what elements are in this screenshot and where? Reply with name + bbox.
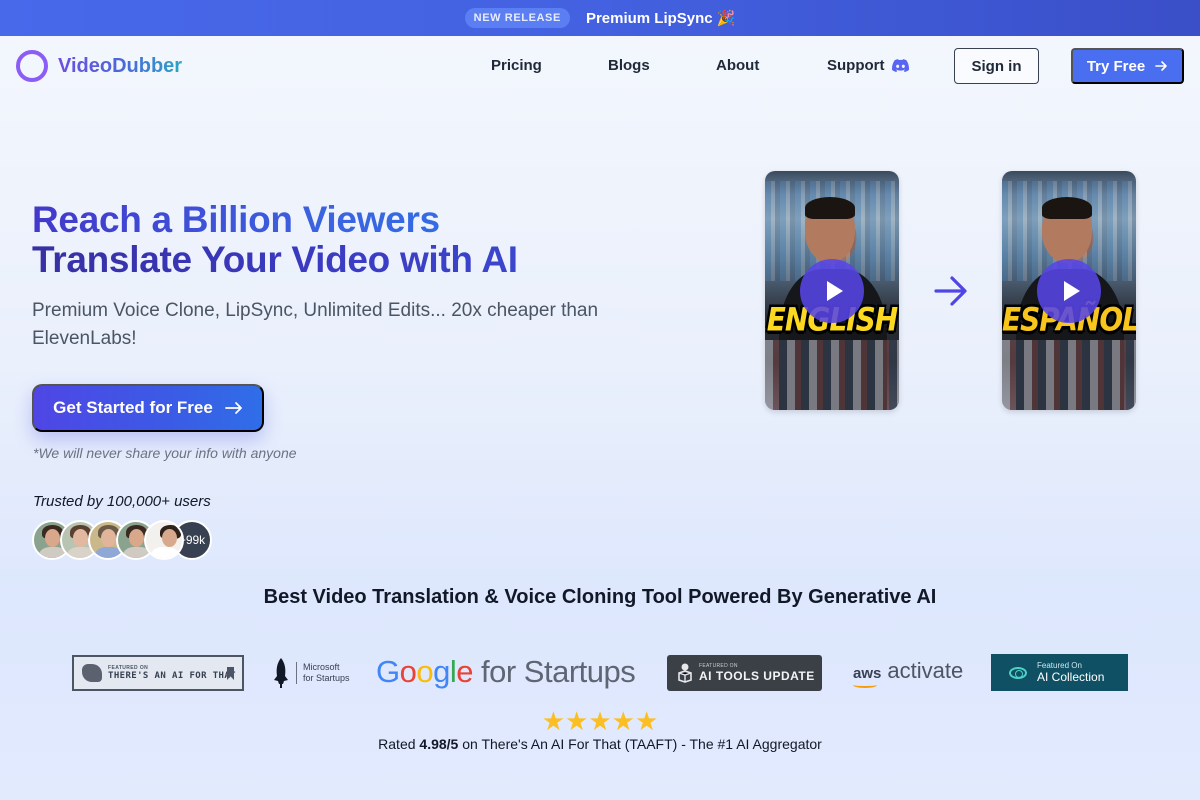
rating-stars: ★★★★★ [541, 706, 659, 736]
google-letter: g [433, 654, 450, 689]
hero-title-line1: Reach a Billion Viewers [32, 200, 518, 240]
hero-title-line2: Translate Your Video with AI [32, 239, 518, 280]
taaft-text: FEATURED ON THERE'S AN AI FOR THAT [108, 665, 236, 681]
aws-activate-text: activate [887, 658, 964, 683]
avatar-face [129, 529, 144, 547]
eye-icon [1009, 666, 1027, 679]
divider [296, 662, 297, 684]
user-avatars: +99k [32, 520, 212, 560]
nav-link-blogs[interactable]: Blogs [608, 57, 650, 74]
taaft-badge[interactable]: FEATURED ON THERE'S AN AI FOR THAT [72, 655, 244, 691]
play-button[interactable] [1037, 259, 1101, 323]
hero-title: Reach a Billion Viewers Translate Your V… [32, 200, 518, 280]
announcement-text[interactable]: Premium LipSync 🎉 [585, 9, 736, 28]
brand-name: VideoDubber [58, 54, 183, 77]
microsoft-text: Microsoft for Startups [303, 662, 350, 684]
get-started-label: Get Started for Free [53, 398, 213, 417]
featured-logos: FEATURED ON THERE'S AN AI FOR THAT Micro… [0, 654, 1200, 692]
video-target-spanish[interactable]: ESPAÑOL [1002, 171, 1136, 410]
aws-word: aws [853, 665, 882, 688]
announcement-bar[interactable]: NEW RELEASE Premium LipSync 🎉 [0, 0, 1200, 36]
rating-text: Rated 4.98/5 on There's An AI For That (… [0, 736, 1200, 752]
ai-collection-badge[interactable]: Featured On AI Collection [991, 654, 1128, 691]
get-started-button[interactable]: Get Started for Free [32, 384, 264, 432]
play-button[interactable] [800, 259, 864, 323]
try-free-button[interactable]: Try Free [1071, 48, 1184, 84]
google-rest-text: for Startups [481, 654, 636, 689]
robot-box-icon [678, 663, 692, 683]
ai-collection-small-text: Featured On [1037, 661, 1082, 670]
video-source-english[interactable]: ENGLISH [765, 171, 899, 410]
taaft-big-text: THERE'S AN AI FOR THAT [108, 671, 237, 681]
ai-tools-big-text: AI TOOLS UPDATE [699, 669, 815, 683]
ai-collection-big-text: AI Collection [1037, 670, 1105, 684]
play-icon [1063, 281, 1080, 301]
avatar-body [151, 547, 179, 558]
avatar-face [162, 529, 177, 547]
brand-logo[interactable]: VideoDubber [16, 50, 182, 82]
rating-prefix: Rated [378, 736, 416, 752]
party-popper-icon: 🎉 [716, 10, 736, 27]
arrow-right-icon [1155, 61, 1167, 71]
avatar-face [73, 529, 88, 547]
flexed-arm-icon [82, 664, 102, 682]
aws-smile-icon [853, 682, 877, 688]
new-release-badge: NEW RELEASE [464, 8, 570, 28]
arrow-right-icon [224, 402, 242, 414]
sign-in-button[interactable]: Sign in [954, 48, 1039, 84]
avatar-face [45, 529, 60, 547]
ai-tools-update-badge[interactable]: FEATURED ON AI TOOLS UPDATE [667, 655, 822, 691]
play-icon [826, 281, 843, 301]
google-for-startups-logo: Google for Startups [376, 654, 636, 690]
ai-tools-text: FEATURED ON AI TOOLS UPDATE [699, 663, 815, 683]
avatar-face [101, 529, 116, 547]
google-letter: o [399, 654, 417, 689]
aws-activate-logo: aws activate [853, 658, 964, 688]
microsoft-line2: for Startups [303, 673, 350, 683]
logo-ring-icon [16, 50, 48, 82]
microsoft-for-startups-logo: Microsoft for Startups [272, 657, 350, 689]
aws-text: aws [853, 665, 882, 682]
arrow-right-icon [934, 276, 967, 306]
video-person-hair [1042, 197, 1092, 219]
try-free-label: Try Free [1086, 57, 1146, 75]
nav-link-pricing[interactable]: Pricing [491, 57, 542, 74]
google-letter: e [456, 654, 474, 689]
navbar: VideoDubber Pricing Blogs About Support … [0, 36, 1200, 96]
discord-icon[interactable] [892, 59, 909, 72]
privacy-note: *We will never share your info with anyo… [33, 445, 297, 461]
rocket-icon [274, 658, 288, 688]
video-crowd [765, 340, 899, 410]
microsoft-line1: Microsoft [303, 662, 340, 672]
hero-subtitle: Premium Voice Clone, LipSync, Unlimited … [32, 300, 599, 349]
rating-suffix: on There's An AI For That (TAAFT) - The … [462, 736, 822, 752]
trusted-by-text: Trusted by 100,000+ users [33, 493, 211, 510]
avatar [144, 520, 184, 560]
rating-value: 4.98/5 [419, 736, 459, 752]
video-person-hair [805, 197, 855, 219]
google-letter: o [416, 654, 434, 689]
announcement-label: Premium LipSync [585, 9, 713, 27]
google-letter: G [376, 654, 400, 689]
nav-link-about[interactable]: About [716, 57, 759, 74]
video-crowd [1002, 340, 1136, 410]
features-headline: Best Video Translation & Voice Cloning T… [263, 586, 937, 608]
ai-collection-text: Featured On AI Collection [1037, 661, 1104, 684]
nav-link-support[interactable]: Support [827, 57, 885, 74]
